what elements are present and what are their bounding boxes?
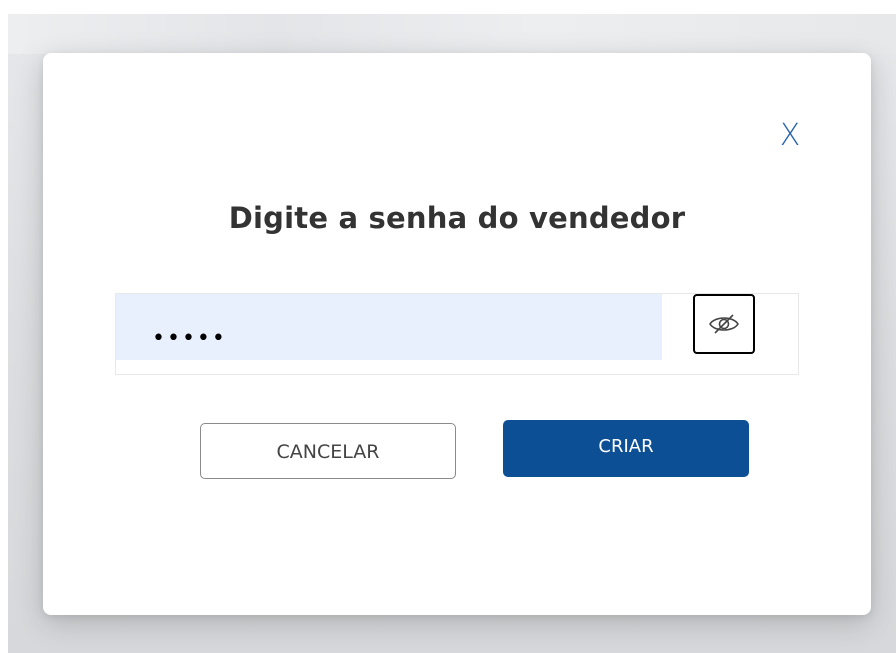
create-button[interactable]: CRIAR: [503, 420, 749, 477]
eye-slash-icon: [709, 314, 739, 334]
dialog-title: Digite a senha do vendedor: [228, 201, 686, 235]
password-input[interactable]: [116, 294, 662, 360]
toggle-password-visibility-button[interactable]: [693, 294, 755, 354]
cancel-button[interactable]: CANCELAR: [200, 423, 456, 479]
password-field-container: [115, 293, 799, 375]
password-dialog: X Digite a senha do vendedor CANCELAR CR…: [43, 53, 871, 615]
close-button[interactable]: X: [776, 119, 804, 153]
